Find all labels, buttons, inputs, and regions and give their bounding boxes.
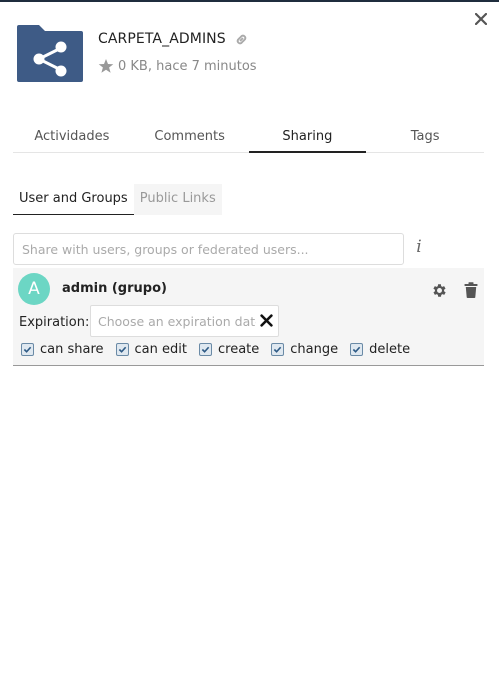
check-icon (201, 346, 210, 353)
close-icon (475, 13, 487, 25)
share-entry: A admin (grupo) Expiration: can share ca… (13, 268, 484, 366)
expiration-date-input[interactable] (91, 306, 256, 336)
permissions: can share can edit create change delete (21, 342, 422, 357)
checkbox[interactable] (198, 343, 212, 356)
check-icon (274, 346, 282, 353)
perm-can-share[interactable]: can share (21, 342, 104, 357)
share-entry-name: admin (grupo) (62, 281, 167, 296)
perm-delete[interactable]: delete (350, 342, 410, 357)
perm-label: can edit (134, 342, 187, 357)
item-meta: 0 KB, hace 7 minutos (98, 58, 257, 74)
checkbox[interactable] (115, 343, 129, 356)
checkbox[interactable] (271, 343, 285, 356)
item-title: CARPETA_ADMINS (98, 31, 249, 47)
tab-sharing[interactable]: Sharing (248, 126, 367, 153)
perm-can-edit[interactable]: can edit (115, 342, 187, 357)
item-name: CARPETA_ADMINS (98, 31, 226, 47)
perm-create[interactable]: create (198, 342, 260, 357)
perm-label: create (217, 342, 260, 357)
clear-icon[interactable] (260, 314, 273, 327)
expiration-field (90, 305, 279, 337)
perm-label: can share (40, 342, 104, 357)
tab-tags[interactable]: Tags (366, 126, 484, 152)
trash-icon[interactable] (464, 282, 478, 298)
perm-change[interactable]: change (271, 342, 338, 357)
check-icon (23, 346, 32, 353)
link-icon[interactable] (234, 32, 249, 47)
top-border (0, 0, 499, 2)
close-button[interactable] (472, 10, 490, 28)
sidebar-tabs: Actividades Comments Sharing Tags (13, 126, 484, 153)
expiration-label: Expiration: (19, 315, 90, 330)
perm-label: delete (369, 342, 411, 357)
item-meta-text: 0 KB, hace 7 minutos (118, 58, 257, 74)
perm-label: change (290, 342, 339, 357)
sharing-subtabs: User and Groups Public Links (13, 184, 222, 215)
checkbox[interactable] (350, 343, 364, 356)
check-icon (352, 346, 361, 353)
tab-activities[interactable]: Actividades (13, 126, 131, 152)
checkbox[interactable] (21, 343, 34, 356)
star-icon[interactable] (98, 58, 114, 74)
gear-icon[interactable] (431, 282, 448, 299)
avatar: A (18, 273, 50, 305)
folder-thumbnail (17, 25, 83, 82)
tab-comments[interactable]: Comments (131, 126, 249, 152)
subtab-public-links[interactable]: Public Links (133, 184, 222, 215)
info-icon[interactable]: i (412, 237, 426, 257)
check-icon (118, 346, 126, 353)
share-with-input[interactable] (13, 233, 404, 265)
subtab-user-and-groups[interactable]: User and Groups (13, 184, 134, 215)
